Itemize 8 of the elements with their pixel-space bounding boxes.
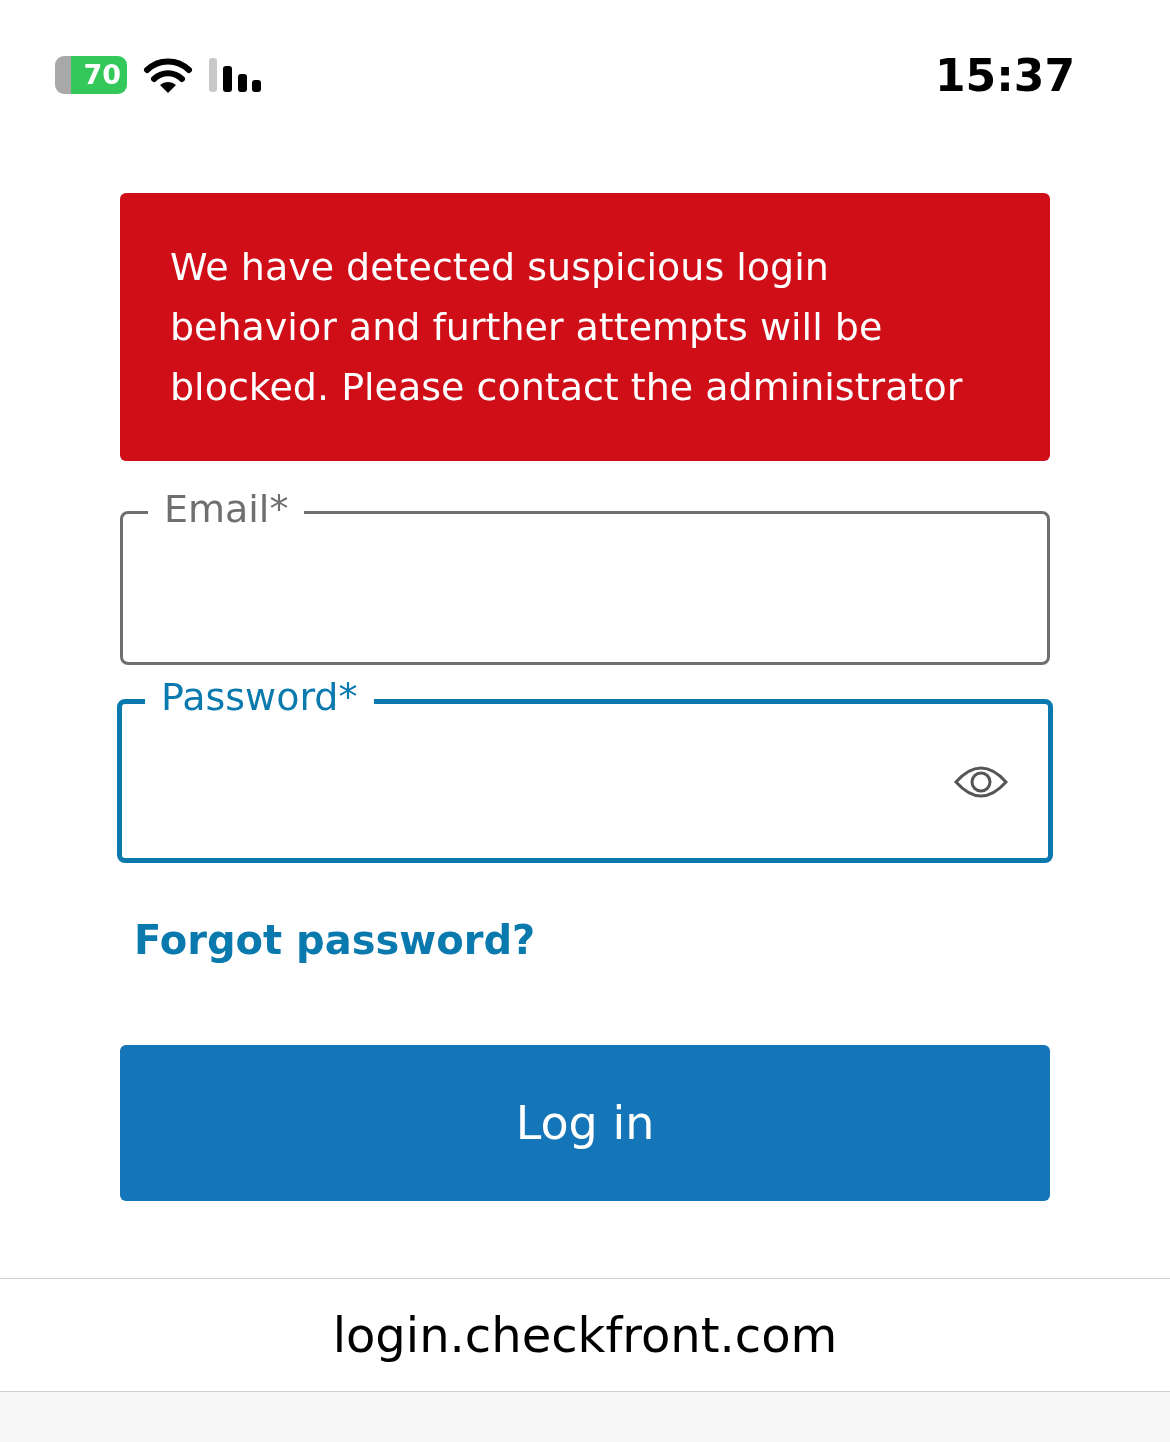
signal-icon [209,58,261,92]
address-bar[interactable]: login.checkfront.com [0,1278,1170,1392]
wifi-icon [143,57,193,93]
url-text: login.checkfront.com [332,1307,838,1363]
error-alert: We have detected suspicious login behavior and further attempts will be blocked. Please contact the administrator [120,193,1050,461]
clock: 15:37 [934,49,1075,101]
login-button[interactable]: Log in [120,1045,1050,1201]
forgot-password-link[interactable]: Forgot password? [134,917,536,963]
